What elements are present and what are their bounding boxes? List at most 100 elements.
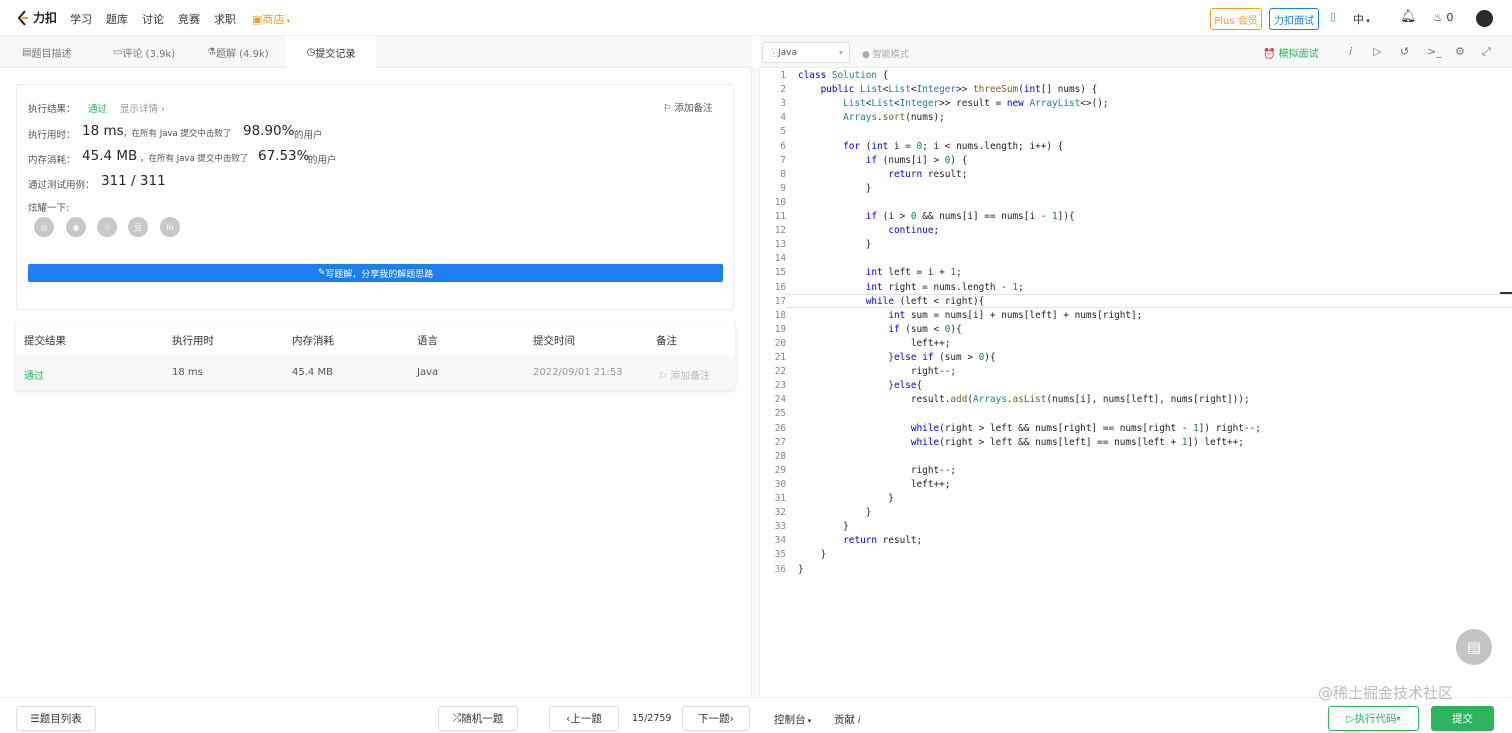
code-line[interactable]: continue; [798, 225, 939, 236]
code-line[interactable]: List<List<Integer>> result = new ArrayLi… [798, 98, 1108, 109]
row-add-note[interactable]: ⚐ 添加备注 [658, 367, 710, 382]
mock-interview-button[interactable]: ⏰ 模拟面试 [1263, 45, 1319, 60]
submit-button[interactable]: 提交 [1431, 706, 1494, 731]
code-line[interactable]: for (int i = 0; i < nums.length; i++) { [798, 141, 1063, 152]
table-row[interactable] [16, 355, 735, 390]
nav-link-jobs[interactable]: 求职 [214, 11, 236, 27]
points-counter[interactable]: ♨ 0 [1433, 11, 1453, 24]
code-line[interactable]: if (sum < 0){ [798, 324, 961, 335]
info-icon: i [855, 716, 861, 726]
chevron-down-icon: ▾ [1364, 17, 1370, 25]
code-line[interactable]: } [798, 493, 894, 504]
code-line[interactable]: right--; [798, 366, 956, 377]
prev-problem-button[interactable]: ‹ 上一题 [549, 706, 619, 731]
line-number: 30 [774, 478, 786, 490]
fullscreen-icon[interactable]: ⤢ [1482, 45, 1491, 59]
write-solution-button[interactable]: ✎ 写题解，分享我的解题思路 [28, 264, 723, 282]
nav-link-learn[interactable]: 学习 [70, 11, 92, 27]
line-number: 17 [774, 295, 786, 307]
tab-solutions[interactable]: ⚗ 题解 (4.9k) [207, 36, 269, 68]
code-line[interactable]: class Solution { [798, 70, 888, 81]
plus-member-button[interactable]: Plus 会员 [1210, 8, 1262, 30]
top-nav: 力扣 学习 题库 讨论 竞赛 求职 ▣商店 ▾ Plus 会员 力扣面试 ▯ 中… [0, 0, 1512, 36]
row-status[interactable]: 通过 [24, 367, 44, 382]
tab-comments-label: 评论 (3.9k) [122, 48, 176, 60]
language-switcher[interactable]: 中 ▾ [1353, 11, 1370, 27]
wechat-icon[interactable]: ◎ [34, 217, 54, 237]
qq-icon[interactable]: ☃ [97, 217, 117, 237]
add-note-button[interactable]: ⚐ 添加备注 [663, 100, 713, 114]
nav-link-contest[interactable]: 竞赛 [178, 11, 200, 27]
list-icon: ☰ [30, 712, 40, 725]
terminal-icon[interactable]: >_ [1427, 45, 1442, 58]
code-line[interactable]: result.add(Arrays.asList(nums[i], nums[l… [798, 394, 1250, 405]
code-line[interactable]: while(right > left && nums[left] == nums… [798, 437, 1244, 448]
line-number: 7 [780, 154, 786, 166]
info-icon: ⓘ [769, 49, 779, 59]
code-line[interactable]: right--; [798, 465, 956, 476]
problem-list-button[interactable]: ☰ 题目列表 [16, 706, 96, 731]
code-line[interactable]: } [798, 507, 872, 518]
code-line[interactable]: left++; [798, 338, 951, 349]
code-line[interactable]: Arrays.sort(nums); [798, 112, 945, 123]
code-editor[interactable]: 1 class Solution {2 public List<List<Inte… [760, 68, 1512, 696]
next-problem-button[interactable]: 下一题 › [682, 706, 750, 731]
tab-submissions-label: 提交记录 [315, 48, 356, 60]
mobile-icon[interactable]: ▯ [1330, 10, 1336, 23]
column-header-time: 执行用时 [172, 335, 214, 347]
tab-comments[interactable]: ▭ 评论 (3.9k) [113, 36, 175, 68]
code-line[interactable]: } [798, 549, 827, 560]
code-line[interactable]: while (left < right){ [798, 296, 985, 307]
code-line[interactable]: if (nums[i] > 0) { [798, 155, 968, 166]
avatar[interactable] [1476, 10, 1493, 27]
code-line[interactable]: return result; [798, 169, 967, 180]
run-code-button[interactable]: ▷ 执行代码 ▾ [1328, 706, 1419, 731]
random-problem-button[interactable]: ⤮ 随机一题 [438, 706, 518, 731]
tab-solutions-label: 题解 (4.9k) [215, 48, 269, 60]
leetcode-logo[interactable]: 力扣 [16, 9, 57, 26]
interview-button[interactable]: 力扣面试 [1269, 8, 1319, 30]
reset-icon[interactable]: ↺ [1400, 45, 1409, 58]
smart-mode-toggle[interactable]: ● 智能模式 [862, 47, 909, 60]
line-number: 19 [774, 323, 786, 335]
line-number: 18 [774, 309, 786, 321]
nav-link-shop[interactable]: ▣商店 ▾ [252, 11, 290, 27]
code-line[interactable]: }else if (sum > 0){ [798, 352, 995, 363]
share-label: 炫耀一下: [28, 203, 70, 214]
language-select[interactable]: ⓘ Java ▾ [762, 42, 850, 63]
code-line[interactable]: return result; [798, 535, 922, 546]
tab-description[interactable]: ▤ 题目描述 [22, 36, 71, 68]
leetcode-logo-icon [17, 9, 28, 26]
bell-icon[interactable]: 🔔︎ [1400, 9, 1417, 24]
linkedin-icon[interactable]: in [160, 217, 180, 237]
code-line[interactable]: }else{ [798, 380, 922, 391]
pane-divider[interactable] [751, 68, 760, 696]
code-line[interactable]: public List<List<Integer>> threeSum(int[… [798, 84, 1098, 95]
play-icon[interactable]: ▷ [1373, 45, 1381, 58]
code-line[interactable]: } [798, 521, 849, 532]
code-line[interactable]: while(right > left && nums[right] == num… [798, 423, 1261, 434]
code-line[interactable]: if (i > 0 && nums[i] == nums[i - 1]){ [798, 211, 1075, 222]
details-link[interactable]: 显示详情 › [120, 101, 165, 115]
notes-icon[interactable]: ▤ [1456, 629, 1492, 665]
console-toggle[interactable]: 控制台 ▾ [774, 712, 811, 727]
memory-value: 45.4 MB [82, 148, 138, 164]
code-line[interactable]: } [798, 564, 804, 575]
line-number: 15 [774, 267, 786, 279]
code-line[interactable]: left++; [798, 479, 951, 490]
code-line[interactable]: int sum = nums[i] + nums[left] + nums[ri… [798, 310, 1142, 321]
nav-link-discuss[interactable]: 讨论 [142, 11, 164, 27]
info-icon[interactable]: i [1349, 45, 1352, 58]
contribute-button[interactable]: 贡献 i [834, 712, 860, 727]
document-icon: ▤ [22, 46, 32, 58]
nav-link-problems[interactable]: 题库 [106, 11, 128, 27]
tab-submissions[interactable]: ◷ 提交记录 [286, 36, 376, 68]
weibo-icon[interactable]: ◉ [66, 217, 86, 237]
code-line[interactable]: } [798, 183, 872, 194]
chevron-down-icon: ▾ [805, 717, 812, 725]
douban-icon[interactable]: 豆 [128, 217, 148, 237]
code-line[interactable]: int right = nums.length - 1; [798, 282, 1024, 293]
settings-icon[interactable]: ⚙ [1455, 45, 1465, 58]
code-line[interactable]: int left = i + 1; [798, 267, 962, 278]
code-line[interactable]: } [798, 239, 872, 250]
